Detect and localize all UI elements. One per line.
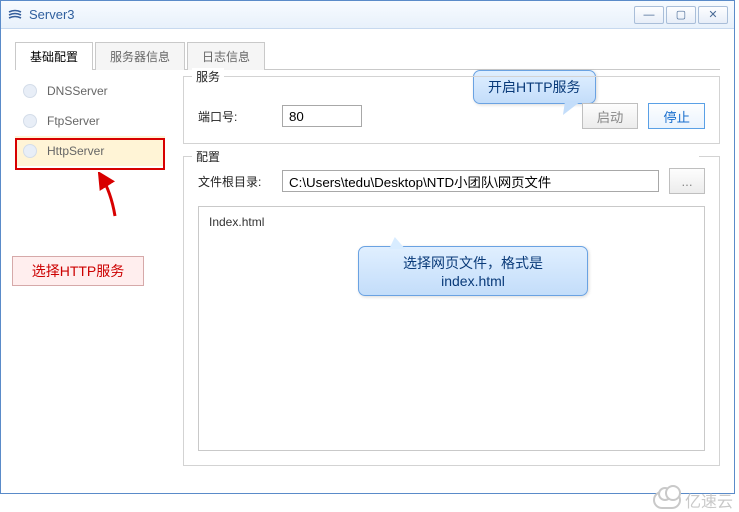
root-dir-input[interactable] — [282, 170, 659, 192]
port-row: 端口号: 启动 停止 — [198, 103, 705, 129]
sidebar-item-ftp[interactable]: FtpServer — [15, 106, 165, 136]
annotation-choose-file: 选择网页文件，格式是index.html — [358, 246, 588, 296]
radio-icon — [23, 114, 37, 128]
config-legend: 配置 — [192, 148, 699, 165]
tab-server-info[interactable]: 服务器信息 — [95, 42, 185, 70]
browse-button[interactable]: ... — [669, 168, 705, 194]
server-list: DNSServer FtpServer HttpServer 选择HTTP服务 — [15, 76, 165, 481]
sidebar-item-label: FtpServer — [47, 114, 100, 128]
minimize-button[interactable]: — — [634, 6, 664, 24]
watermark: 亿速云 — [653, 488, 733, 512]
body: DNSServer FtpServer HttpServer 选择HTTP服务 — [15, 76, 720, 481]
sidebar-item-dns[interactable]: DNSServer — [15, 76, 165, 106]
root-dir-label: 文件根目录: — [198, 173, 272, 190]
annotation-select-http: 选择HTTP服务 — [12, 256, 144, 286]
titlebar: Server3 — ▢ ✕ — [1, 1, 734, 29]
radio-icon — [23, 84, 37, 98]
file-entry: Index.html — [209, 215, 264, 229]
watermark-text: 亿速云 — [685, 488, 733, 512]
port-label: 端口号: — [198, 108, 272, 125]
service-fieldset: 服务 端口号: 启动 停止 — [183, 76, 720, 144]
window-title: Server3 — [29, 7, 634, 22]
app-window: Server3 — ▢ ✕ 基础配置 服务器信息 日志信息 DNSServer … — [0, 0, 735, 494]
port-input[interactable] — [282, 105, 362, 127]
cloud-icon — [653, 491, 681, 509]
window-controls: — ▢ ✕ — [634, 6, 728, 24]
maximize-button[interactable]: ▢ — [666, 6, 696, 24]
sidebar-item-label: DNSServer — [47, 84, 108, 98]
sidebar-item-label: HttpServer — [47, 144, 104, 158]
file-listing[interactable]: Index.html — [198, 206, 705, 451]
content-area: 基础配置 服务器信息 日志信息 DNSServer FtpServer Http… — [1, 29, 734, 493]
stop-button[interactable]: 停止 — [648, 103, 705, 129]
tab-basic-config[interactable]: 基础配置 — [15, 42, 93, 70]
tab-log-info[interactable]: 日志信息 — [187, 42, 265, 70]
config-fieldset: 配置 文件根目录: ... Index.html — [183, 156, 720, 466]
root-dir-row: 文件根目录: ... — [198, 168, 705, 194]
service-legend: 服务 — [192, 68, 224, 85]
tab-bar: 基础配置 服务器信息 日志信息 — [15, 41, 720, 70]
close-button[interactable]: ✕ — [698, 6, 728, 24]
radio-icon — [23, 144, 37, 158]
app-icon — [7, 7, 23, 23]
start-button[interactable]: 启动 — [582, 103, 639, 129]
main-panel: 开启HTTP服务 服务 端口号: 启动 停止 配置 — [183, 76, 720, 481]
annotation-arrow-icon — [85, 172, 125, 222]
sidebar-item-http[interactable]: HttpServer — [15, 136, 165, 166]
